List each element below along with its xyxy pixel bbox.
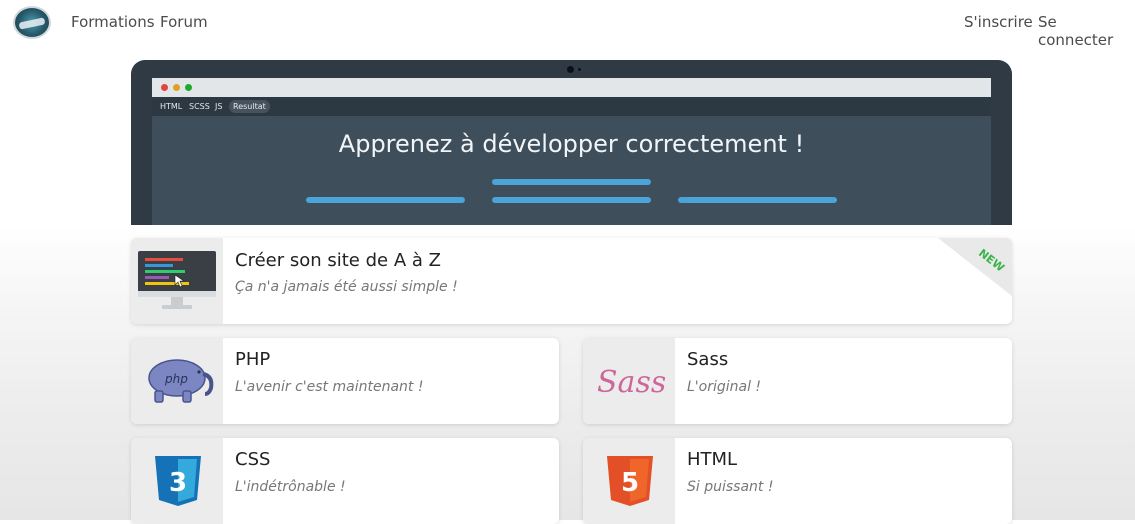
monitor-code-icon [138,251,216,309]
course-card-sass[interactable]: Sass Sass L'original ! [583,338,1012,424]
close-dot-icon [161,84,168,91]
nav-link-formations[interactable]: Formations [71,13,155,31]
course-title-php: PHP [235,349,271,370]
nav-link-se-connecter[interactable]: Se connecter [1038,13,1135,49]
nav-link-sinscrire[interactable]: S'inscrire [964,13,1033,31]
sass-logo-icon: Sass [597,365,665,400]
tab-resultat: Resultat [229,100,270,113]
logo-icon[interactable] [13,6,51,39]
php-icon-box: php [131,338,223,424]
svg-text:3: 3 [169,468,187,498]
course-subtitle-css: L'indétrônable ! [235,479,346,495]
course-subtitle-sass: L'original ! [687,379,762,395]
featured-title: Créer son site de A à Z [235,250,441,271]
svg-text:5: 5 [621,468,639,498]
tab-scss: SCSS [189,102,210,111]
laptop-camera-sensor [578,68,581,71]
html-icon-box: 5 [583,438,675,524]
css3-logo-icon: 3 [155,456,201,506]
course-title-html: HTML [687,449,738,470]
featured-icon-box [131,238,223,324]
css-icon-box: 3 [131,438,223,524]
svg-text:Sass: Sass [597,365,665,400]
course-card-css[interactable]: 3 CSS L'indétrônable ! [131,438,559,524]
php-elephant-icon: php [148,359,214,403]
laptop-camera [567,66,574,73]
maximize-dot-icon [185,84,192,91]
course-subtitle-html: Si puissant ! [687,479,774,495]
hero-headline: Apprenez à développer correctement ! [338,130,805,158]
hero-bar-right [678,197,837,203]
course-card-html[interactable]: 5 HTML Si puissant ! [583,438,1012,524]
tab-html: HTML [160,102,183,111]
course-card-php[interactable]: php PHP L'avenir c'est maintenant ! [131,338,559,424]
hero-bar-left [306,197,465,203]
sass-icon-box: Sass [583,338,675,424]
browser-bar [152,78,991,97]
hero-bar-top [492,179,651,185]
html5-logo-icon: 5 [607,456,653,506]
minimize-dot-icon [173,84,180,91]
svg-text:php: php [164,372,188,386]
tab-js: JS [215,102,223,111]
course-subtitle-php: L'avenir c'est maintenant ! [235,379,424,395]
laptop-screen: HTML SCSS JS Resultat Apprenez à dévelop… [152,78,991,225]
nav-link-forum[interactable]: Forum [160,13,208,31]
top-nav: Formations Forum S'inscrire Se connecter [0,0,1135,49]
hero-bar-center [492,197,651,203]
featured-subtitle: Ça n'a jamais été aussi simple ! [235,279,458,295]
editor-tabs: HTML SCSS JS Resultat [152,97,991,116]
course-title-sass: Sass [687,349,729,370]
course-title-css: CSS [235,449,271,470]
featured-course-card[interactable]: Créer son site de A à Z Ça n'a jamais ét… [131,238,1012,324]
hero-laptop: HTML SCSS JS Resultat Apprenez à dévelop… [131,60,1012,225]
